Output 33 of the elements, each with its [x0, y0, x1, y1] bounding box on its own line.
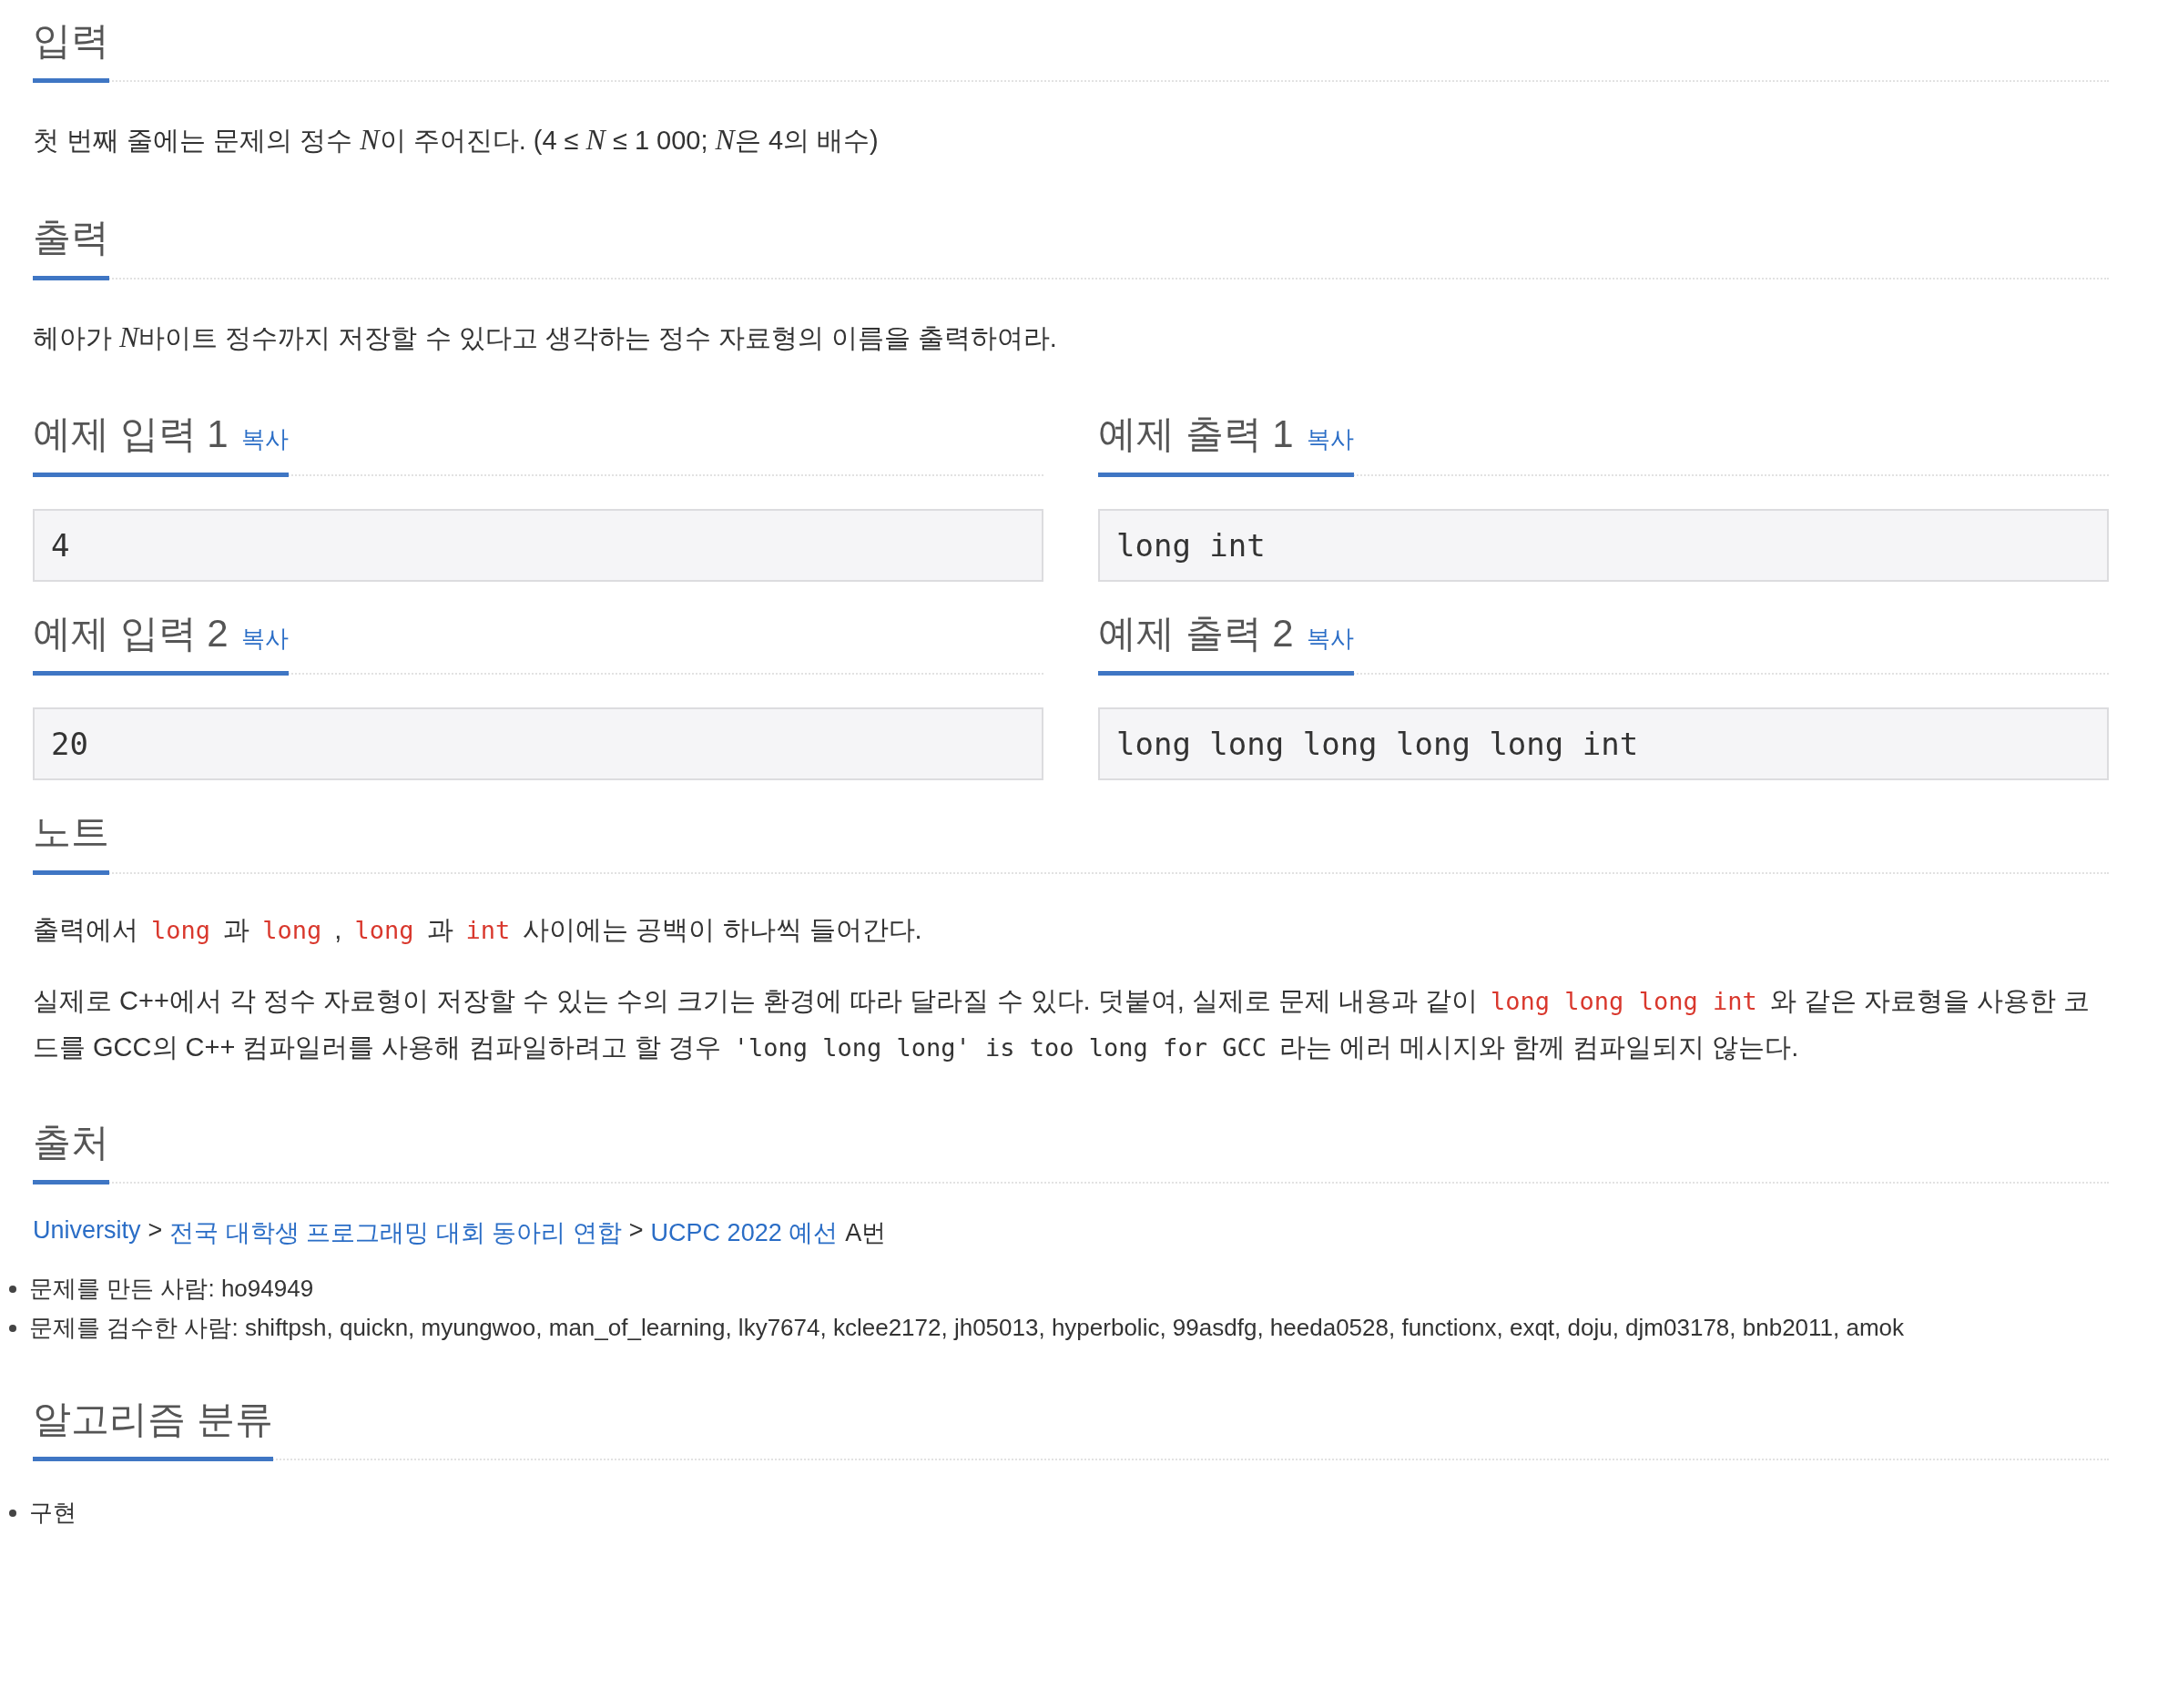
copy-link[interactable]: 복사	[240, 423, 289, 456]
list-item-text: 문제를 검수한 사람: shiftpsh, quickn, myungwoo, man_of_learning, lky7674, kclee2172, jh05013, hyperbolic, 99asdfg, heeda0528, functionx, exqt, doju, djm03178, bnb2011, amok	[29, 1313, 1905, 1344]
sample-data-box: 4	[33, 508, 1043, 582]
breadcrumb-separator: >	[628, 1216, 644, 1246]
bullet-icon	[9, 1324, 16, 1332]
copy-link[interactable]: 복사	[1306, 622, 1354, 655]
source-link[interactable]: 전국 대학생 프로그래밍 대회 동아리 연합	[169, 1216, 622, 1250]
paragraph: 헤아가 N바이트 정수까지 저장할 수 있다고 생각하는 정수 자료형의 이름을 출력하여라.	[33, 320, 1058, 355]
section-title: 예제 출력 1	[1098, 412, 1294, 458]
list-item-text: 구현	[29, 1498, 76, 1529]
paragraph: 첫 번째 줄에는 문제의 정수 N이 주어진다. (4 ≤ N ≤ 1 000; N은 4의 배수)	[33, 123, 880, 158]
section-title: 예제 출력 2	[1098, 610, 1294, 656]
sample-data-box: long int	[1098, 508, 2109, 582]
list-item-text: 문제를 만든 사람: ho94949	[29, 1274, 314, 1305]
section-title: 출력	[33, 215, 109, 261]
paragraph: 출력에서 long 과 long , long 과 int 사이에는 공백이 하나씩 들어간다.	[33, 913, 923, 946]
bullet-icon	[9, 1285, 16, 1293]
sample-data-box: long long long long long int	[1098, 707, 2109, 781]
paragraph: 실제로 C++에서 각 정수 자료형이 저장할 수 있는 수의 크기는 환경에 따라 달라질 수 있다. 덧붙여, 실제로 문제 내용과 같이 long long long int 와 같은 자료형을 사용한 코드를 GCC의 C++ 컴파일러를 사용해 컴파일하려고 할 경우 'long long long' is too long for GCC 라는 에러 메시지와 함께 컴파일되지 않는다.	[33, 985, 2091, 1064]
copy-link[interactable]: 복사	[1306, 423, 1354, 456]
problem-number: A번	[845, 1218, 887, 1249]
section-title: 예제 입력 1	[33, 412, 229, 458]
section-title: 알고리즘 분류	[33, 1397, 273, 1443]
section-title: 입력	[33, 18, 109, 64]
copy-link[interactable]: 복사	[240, 622, 289, 655]
breadcrumb-separator: >	[148, 1216, 163, 1246]
sample-data-box: 20	[33, 707, 1043, 781]
section-title: 출처	[33, 1119, 109, 1165]
section-title: 노트	[33, 809, 109, 856]
section-title: 예제 입력 2	[33, 610, 229, 656]
source-link[interactable]: UCPC 2022 예선	[650, 1216, 839, 1250]
bullet-icon	[9, 1509, 16, 1517]
source-link[interactable]: University	[33, 1216, 141, 1250]
